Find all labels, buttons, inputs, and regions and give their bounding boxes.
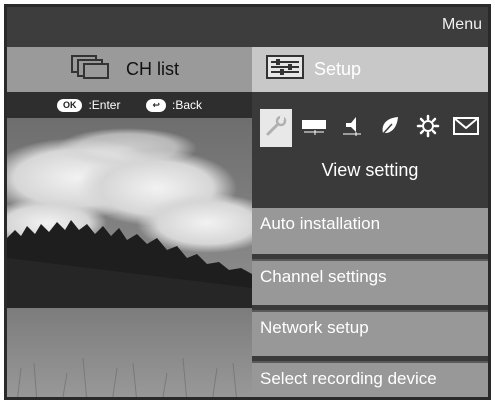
ok-key-icon: OK: [56, 98, 83, 112]
envelope-icon: [453, 115, 479, 142]
setup-panel: View setting Auto installation Channel s…: [252, 92, 488, 397]
back-key-icon: ↩: [146, 98, 167, 112]
category-icon-row: [260, 108, 482, 148]
menu-title: Menu: [441, 16, 482, 33]
setup-menu-list: Auto installation Channel settings Netwo…: [252, 208, 488, 397]
remote-hints: OK :Enter ↩ :Back: [7, 92, 252, 118]
setup-sliders-icon: [266, 55, 304, 84]
tab-ch-list-label: CH list: [126, 59, 179, 79]
category-title: View setting: [321, 160, 419, 180]
tv-screen: Menu CH list Setup OK :Enter ↩:Back Vie…: [4, 4, 491, 400]
leaf-icon: [378, 114, 402, 143]
menu-item-select-recording-device[interactable]: Select recording device: [252, 361, 488, 397]
category-messages[interactable]: [450, 109, 482, 147]
category-audio[interactable]: [336, 109, 368, 147]
category-options[interactable]: [412, 109, 444, 147]
top-bar: Menu: [7, 7, 488, 47]
category-display[interactable]: [298, 109, 330, 147]
screen-icon: [301, 114, 327, 143]
category-view-setting[interactable]: [260, 109, 292, 147]
sun-gear-icon: [416, 114, 440, 143]
enter-hint-label: :Enter: [88, 98, 121, 112]
category-eco[interactable]: [374, 109, 406, 147]
wrench-icon: [264, 114, 288, 143]
tab-setup[interactable]: Setup: [252, 47, 488, 92]
tab-ch-list[interactable]: CH list: [7, 47, 252, 92]
speaker-icon: [340, 114, 364, 143]
menu-item-channel-settings[interactable]: Channel settings: [252, 259, 488, 305]
tv-picture: [7, 118, 252, 397]
channel-list-icon: [70, 54, 110, 85]
tab-setup-label: Setup: [314, 59, 362, 79]
menu-item-network-setup[interactable]: Network setup: [252, 310, 488, 356]
menu-item-auto-installation[interactable]: Auto installation: [252, 208, 488, 254]
back-hint-label: :Back: [172, 98, 203, 112]
